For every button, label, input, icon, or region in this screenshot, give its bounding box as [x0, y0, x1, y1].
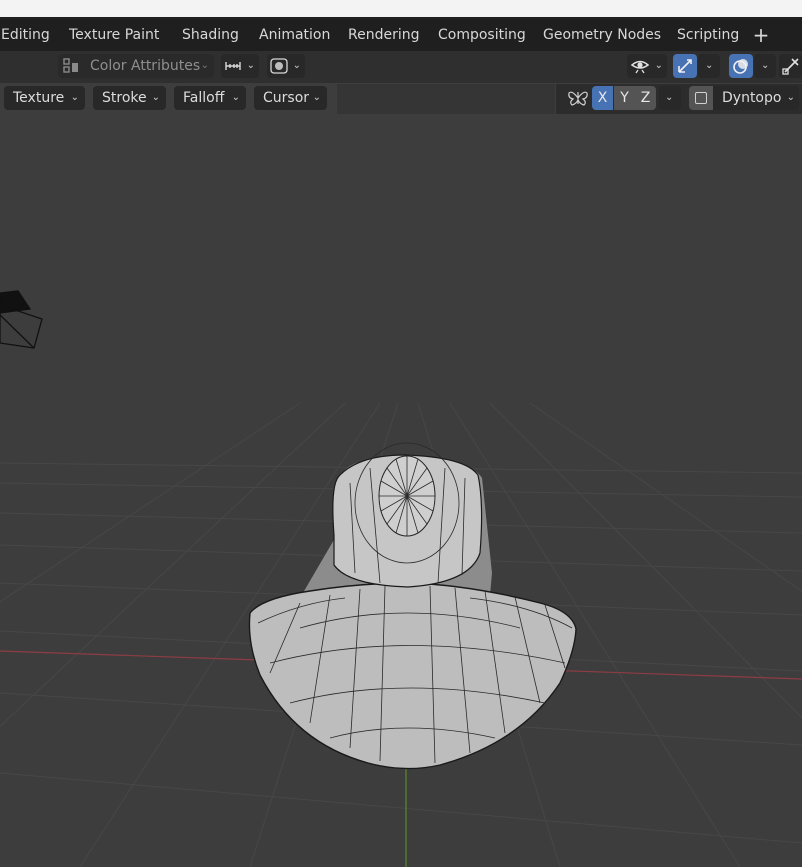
chevron-down-icon: ⌄ [665, 92, 674, 103]
falloff-menu[interactable]: Falloff ⌄ [174, 86, 246, 110]
visibility-dropdown[interactable]: ⌄ [627, 54, 667, 78]
chevron-down-icon: ⌄ [786, 92, 795, 103]
dyntopo-menu[interactable]: Dyntopo ⌄ [713, 86, 799, 110]
gizmo-icon [678, 59, 692, 73]
stroke-menu-label: Stroke [102, 90, 147, 106]
stroke-method-icon [225, 62, 241, 70]
tab-geometry-nodes[interactable]: Geometry Nodes [543, 17, 661, 51]
gizmo-toggle[interactable] [673, 54, 697, 78]
color-attributes-dropdown[interactable]: Color Attributes ⌄ [58, 54, 214, 78]
workspace-tab-bar: Editing Texture Paint Shading Animation … [0, 17, 802, 51]
dyntopo-label: Dyntopo [722, 90, 782, 106]
xray-icon [782, 58, 799, 75]
overlay-icon [733, 59, 748, 74]
xray-toggle[interactable] [779, 54, 802, 78]
window-top-strip [0, 0, 802, 17]
chevron-down-icon: ⌄ [705, 60, 714, 71]
dyntopo-checkbox[interactable] [689, 86, 713, 110]
tab-compositing[interactable]: Compositing [438, 17, 526, 51]
overlay-dropdown[interactable]: ⌄ [754, 54, 776, 78]
tab-editing[interactable]: Editing [1, 17, 50, 51]
tool-header-spacer [337, 84, 555, 114]
viewport-grid [0, 290, 802, 867]
tab-scripting[interactable]: Scripting [677, 17, 739, 51]
symmetry-y-toggle[interactable]: Y [614, 86, 635, 110]
overlay-toggle[interactable] [729, 54, 753, 78]
chevron-down-icon: ⌄ [761, 60, 770, 71]
stroke-menu[interactable]: Stroke ⌄ [93, 86, 166, 110]
texture-menu-label: Texture [13, 90, 65, 106]
camera-object[interactable] [0, 290, 43, 349]
brush-display-dropdown[interactable]: ⌄ [267, 54, 305, 78]
chevron-down-icon: ⌄ [292, 60, 301, 71]
chevron-down-icon: ⌄ [246, 60, 255, 71]
cursor-menu[interactable]: Cursor ⌄ [254, 86, 327, 110]
circle-icon [270, 58, 288, 74]
chevron-down-icon: ⌄ [200, 60, 209, 71]
symmetry-x-toggle[interactable]: X [592, 86, 613, 110]
plus-icon[interactable]: + [750, 17, 772, 51]
butterfly-icon [568, 91, 588, 106]
chevron-down-icon: ⌄ [231, 92, 240, 103]
tab-shading[interactable]: Shading [182, 17, 239, 51]
gizmo-dropdown[interactable]: ⌄ [698, 54, 720, 78]
color-attributes-icon [63, 58, 78, 73]
tab-rendering[interactable]: Rendering [348, 17, 420, 51]
chevron-down-icon: ⌄ [70, 92, 79, 103]
symmetry-dropdown[interactable]: ⌄ [659, 86, 681, 110]
cursor-menu-label: Cursor [263, 90, 310, 106]
eye-icon [630, 60, 650, 74]
chevron-down-icon: ⌄ [312, 92, 321, 103]
chevron-down-icon: ⌄ [151, 92, 160, 103]
paint-mode-dropdown[interactable]: ⌄ [221, 54, 259, 78]
3d-viewport[interactable] [0, 83, 802, 867]
falloff-menu-label: Falloff [183, 90, 225, 106]
tab-texture-paint[interactable]: Texture Paint [69, 17, 159, 51]
symmetry-z-toggle[interactable]: Z [635, 86, 656, 110]
checkbox-box [695, 92, 707, 104]
color-attributes-label: Color Attributes [90, 58, 201, 74]
tab-animation[interactable]: Animation [259, 17, 330, 51]
chevron-down-icon: ⌄ [654, 60, 663, 71]
texture-menu[interactable]: Texture ⌄ [4, 86, 85, 110]
